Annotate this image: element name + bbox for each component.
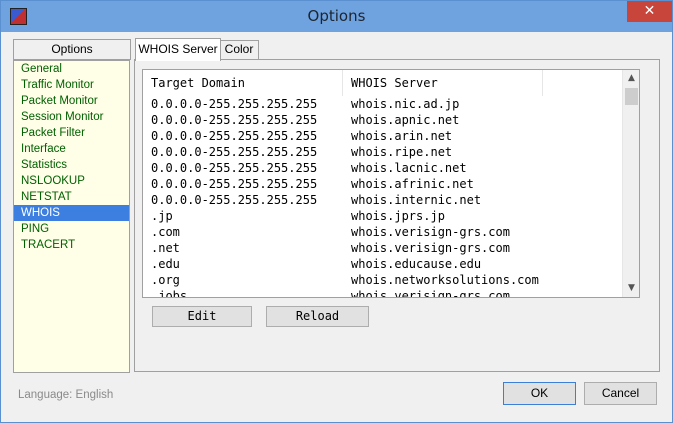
whois-server-list[interactable]: Target Domain WHOIS Server 0.0.0.0-255.2… (142, 69, 640, 298)
edit-button[interactable]: Edit (152, 306, 252, 327)
sidebar-header: Options (13, 39, 131, 60)
cell-target-domain: .edu (151, 257, 180, 271)
cell-target-domain: .jp (151, 209, 173, 223)
sidebar-item-statistics[interactable]: Statistics (14, 157, 129, 173)
cell-target-domain: 0.0.0.0-255.255.255.255 (151, 145, 318, 159)
language-label: Language: English (18, 389, 114, 401)
cell-target-domain: .jobs (151, 289, 188, 298)
vertical-scrollbar[interactable]: ▲ ▼ (622, 70, 639, 297)
cell-whois-server: whois.lacnic.net (351, 161, 467, 175)
table-row[interactable]: .org whois.networksolutions.com (143, 272, 622, 288)
sidebar-item-packet-monitor[interactable]: Packet Monitor (14, 93, 129, 109)
table-row[interactable]: 0.0.0.0-255.255.255.255 whois.lacnic.net (143, 160, 622, 176)
close-icon: ✕ (643, 3, 656, 19)
window-title: Options (307, 7, 366, 25)
table-row[interactable]: 0.0.0.0-255.255.255.255 whois.afrinic.net (143, 176, 622, 192)
cell-whois-server: whois.jprs.jp (351, 209, 445, 223)
cell-target-domain: 0.0.0.0-255.255.255.255 (151, 97, 318, 111)
sidebar-item-whois[interactable]: WHOIS (14, 205, 129, 221)
cell-target-domain: 0.0.0.0-255.255.255.255 (151, 193, 318, 207)
cell-target-domain: 0.0.0.0-255.255.255.255 (151, 177, 318, 191)
sidebar-item-tracert[interactable]: TRACERT (14, 237, 129, 253)
sidebar-item-interface[interactable]: Interface (14, 141, 129, 157)
cell-whois-server: whois.verisign-grs.com (351, 225, 510, 239)
title-bar[interactable]: Options ✕ (1, 1, 672, 32)
ok-button[interactable]: OK (503, 382, 576, 405)
cell-whois-server: whois.internic.net (351, 193, 482, 207)
tab-color[interactable]: Color (219, 40, 259, 60)
sidebar-item-packet-filter[interactable]: Packet Filter (14, 125, 129, 141)
list-rows: 0.0.0.0-255.255.255.255 whois.nic.ad.jp 0.… (143, 96, 622, 298)
cell-target-domain: 0.0.0.0-255.255.255.255 (151, 161, 318, 175)
sidebar-item-session-monitor[interactable]: Session Monitor (14, 109, 129, 125)
cell-target-domain: .org (151, 273, 180, 287)
sidebar-item-traffic-monitor[interactable]: Traffic Monitor (14, 77, 129, 93)
cell-target-domain: .net (151, 241, 180, 255)
sidebar-item-general[interactable]: General (14, 61, 129, 77)
table-row[interactable]: .com whois.verisign-grs.com (143, 224, 622, 240)
table-row[interactable]: 0.0.0.0-255.255.255.255 whois.apnic.net (143, 112, 622, 128)
list-header: Target Domain WHOIS Server (143, 70, 622, 96)
table-row[interactable]: 0.0.0.0-255.255.255.255 whois.arin.net (143, 128, 622, 144)
sidebar-item-netstat[interactable]: NETSTAT (14, 189, 129, 205)
scroll-down-icon[interactable]: ▼ (623, 280, 639, 297)
cell-target-domain: 0.0.0.0-255.255.255.255 (151, 129, 318, 143)
sidebar-list[interactable]: General Traffic Monitor Packet Monitor Sess… (13, 60, 130, 373)
scroll-thumb[interactable] (625, 88, 638, 105)
column-header-whois-server[interactable]: WHOIS Server (343, 70, 543, 96)
table-row[interactable]: 0.0.0.0-255.255.255.255 whois.nic.ad.jp (143, 96, 622, 112)
cell-whois-server: whois.afrinic.net (351, 177, 474, 191)
cell-target-domain: 0.0.0.0-255.255.255.255 (151, 113, 318, 127)
table-row[interactable]: .net whois.verisign-grs.com (143, 240, 622, 256)
cell-whois-server: whois.ripe.net (351, 145, 453, 159)
cell-whois-server: whois.nic.ad.jp (351, 97, 460, 111)
table-row[interactable]: 0.0.0.0-255.255.255.255 whois.internic.ne… (143, 192, 622, 208)
sidebar-item-ping[interactable]: PING (14, 221, 129, 237)
reload-button[interactable]: Reload (266, 306, 369, 327)
scroll-up-icon[interactable]: ▲ (623, 70, 639, 87)
table-row[interactable]: .jp whois.jprs.jp (143, 208, 622, 224)
cell-whois-server: whois.educause.edu (351, 257, 482, 271)
close-button[interactable]: ✕ (627, 1, 672, 22)
cell-whois-server: whois.verisign-grs.com (351, 289, 510, 298)
cancel-button[interactable]: Cancel (584, 382, 657, 405)
tab-whois-server[interactable]: WHOIS Server (135, 38, 221, 61)
table-row[interactable]: .jobs whois.verisign-grs.com (143, 288, 622, 298)
table-row[interactable]: 0.0.0.0-255.255.255.255 whois.ripe.net (143, 144, 622, 160)
cell-target-domain: .com (151, 225, 180, 239)
sidebar-item-nslookup[interactable]: NSLOOKUP (14, 173, 129, 189)
table-row[interactable]: .edu whois.educause.edu (143, 256, 622, 272)
column-header-target-domain[interactable]: Target Domain (143, 70, 343, 96)
cell-whois-server: whois.networksolutions.com (351, 273, 539, 287)
cell-whois-server: whois.verisign-grs.com (351, 241, 510, 255)
cell-whois-server: whois.arin.net (351, 129, 453, 143)
cell-whois-server: whois.apnic.net (351, 113, 460, 127)
